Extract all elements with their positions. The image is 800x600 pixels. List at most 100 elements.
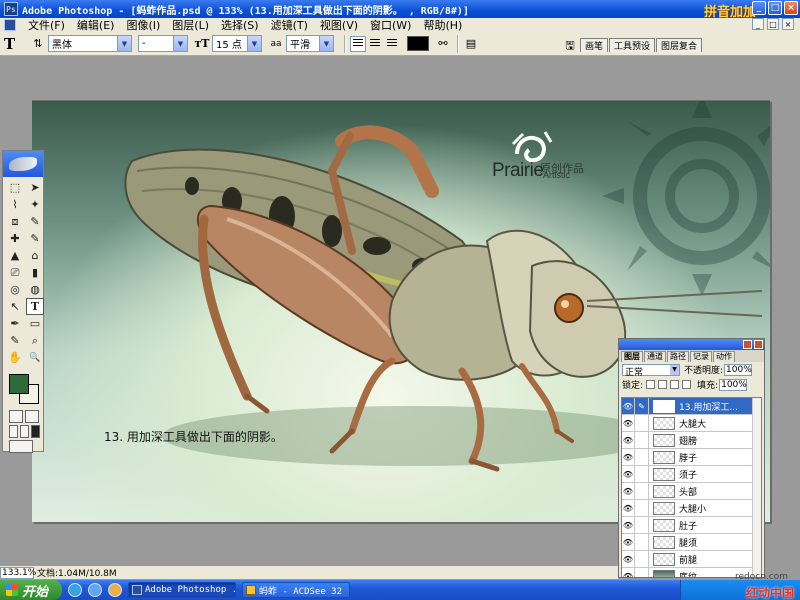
notes-tool-icon[interactable]: ✎ [6,332,24,349]
panel-minimize-button[interactable] [743,340,752,349]
photoshop-app-icon[interactable]: Ps [4,2,18,16]
lock-all-icon[interactable] [682,380,692,389]
opacity-input[interactable]: 100% [724,363,753,376]
eye-icon[interactable]: 👁 [622,466,635,482]
tab-layers[interactable]: 图层 [621,351,643,362]
eye-icon[interactable]: 👁 [622,398,635,414]
eye-icon[interactable]: 👁 [622,517,635,533]
brush-tool-icon[interactable]: ✎ [26,230,44,247]
doc-restore-button[interactable]: □ [767,18,779,30]
menu-select[interactable]: 选择(S) [215,17,265,33]
layer-row[interactable]: 👁 腿须 [622,534,761,551]
orientation-toggle-icon[interactable]: ⇅ [30,36,46,52]
brush-link-icon[interactable] [635,568,649,577]
maximize-button[interactable]: □ [768,1,782,15]
taskbar-item-acdsee[interactable]: 蚂蚱 - ACDSee 32 ... [242,582,350,598]
screen-mode-full-button[interactable] [31,425,40,438]
align-right-button[interactable] [384,36,400,52]
toolbox-header[interactable] [3,151,43,177]
start-button[interactable]: 开始 [0,580,62,600]
eye-icon[interactable]: 👁 [622,551,635,567]
move-tool-icon[interactable]: ➤ [26,179,44,196]
brush-link-icon[interactable] [635,500,649,516]
quicklaunch-desktop-icon[interactable] [88,583,102,597]
palette-tab-layer-comps[interactable]: 图层复合 [656,38,703,52]
brush-link-icon[interactable] [635,415,649,431]
font-family-select[interactable]: 黑体 ▼ [48,35,132,52]
document-icon[interactable] [4,19,16,31]
align-center-button[interactable] [367,36,383,52]
clone-stamp-tool-icon[interactable]: ▲ [6,247,24,264]
tab-actions[interactable]: 动作 [713,351,735,362]
menu-filter[interactable]: 滤镜(T) [265,17,314,33]
align-left-button[interactable] [350,35,366,52]
minimize-button[interactable]: _ [752,1,766,15]
eye-icon[interactable]: 👁 [622,500,635,516]
layer-row[interactable]: 👁 翅膀 [622,432,761,449]
screen-mode-menu-button[interactable] [20,425,29,438]
quicklaunch-media-icon[interactable] [108,583,122,597]
palettes-toggle-icon[interactable]: ▤ [463,36,479,52]
layer-row[interactable]: 👁 ✎ T 13.用加深工... [622,398,761,415]
marquee-tool-icon[interactable]: ⬚ [6,179,24,196]
brush-link-icon[interactable]: ✎ [635,398,649,414]
zoom-tool-icon[interactable]: 🔍 [26,349,44,366]
doc-close-button[interactable]: × [782,18,794,30]
zoom-input[interactable]: 133.1% [0,566,36,579]
screen-mode-standard-button[interactable] [9,425,18,438]
taskbar-item-photoshop[interactable]: Adobe Photoshop ... [128,582,236,598]
warp-text-icon[interactable]: ⚯ [435,36,451,52]
layer-row[interactable]: 👁 脖子 [622,449,761,466]
menu-image[interactable]: 图像(I) [120,17,166,33]
type-tool-icon[interactable]: T [4,35,30,53]
eye-icon[interactable]: 👁 [622,568,635,577]
lock-image-icon[interactable] [658,380,668,389]
history-brush-tool-icon[interactable]: ⌂ [26,247,44,264]
font-size-select[interactable]: 15 点 ▼ [212,35,262,52]
layer-row[interactable]: 👁 大腿大 [622,415,761,432]
menu-window[interactable]: 窗口(W) [364,17,417,33]
lock-position-icon[interactable] [670,380,680,389]
lasso-tool-icon[interactable]: ⌇ [6,196,24,213]
menu-layer[interactable]: 图层(L) [166,17,215,33]
brush-link-icon[interactable] [635,483,649,499]
menu-view[interactable]: 视图(V) [314,17,364,33]
pen-tool-icon[interactable]: ✒ [6,315,24,332]
jump-to-imageready-button[interactable] [9,440,33,453]
foreground-color-swatch[interactable] [9,374,29,394]
doc-minimize-button[interactable]: _ [752,18,764,30]
close-button[interactable]: × [784,1,798,15]
doc-size-info[interactable]: 文档:1.04M/10.8M [37,566,117,579]
brush-link-icon[interactable] [635,449,649,465]
eye-icon[interactable]: 👁 [622,415,635,431]
tab-channels[interactable]: 通道 [644,351,666,362]
menu-help[interactable]: 帮助(H) [417,17,468,33]
palette-tab-tool-presets[interactable]: 工具预设 [609,38,656,52]
crop-tool-icon[interactable]: ⧈ [6,213,24,230]
menu-file[interactable]: 文件(F) [22,17,71,33]
font-style-select[interactable]: - ▼ [138,35,188,52]
dodge-tool-icon[interactable]: ◍ [26,281,44,298]
layers-panel-titlebar[interactable] [619,339,764,350]
magic-wand-tool-icon[interactable]: ✦ [26,196,44,213]
brush-link-icon[interactable] [635,517,649,533]
brush-link-icon[interactable] [635,432,649,448]
layer-row[interactable]: 👁 肚子 [622,517,761,534]
layer-row[interactable]: 👁 大腿小 [622,500,761,517]
file-browser-icon[interactable]: 🖫 [562,38,578,54]
standard-mode-button[interactable] [9,410,23,423]
layer-list-scrollbar[interactable] [752,398,761,577]
eye-icon[interactable]: 👁 [622,483,635,499]
shape-tool-icon[interactable]: ▭ [26,315,44,332]
path-selection-tool-icon[interactable]: ↖ [6,298,24,315]
layer-row[interactable]: 👁 头部 [622,483,761,500]
brush-link-icon[interactable] [635,551,649,567]
fill-input[interactable]: 100% [719,378,748,391]
eye-icon[interactable]: 👁 [622,534,635,550]
healing-brush-tool-icon[interactable]: ✚ [6,230,24,247]
menu-edit[interactable]: 编辑(E) [71,17,121,33]
type-tool-icon[interactable]: T [26,298,44,315]
eye-icon[interactable]: 👁 [622,449,635,465]
blend-mode-select[interactable]: 正常 ▼ [622,363,680,378]
tab-paths[interactable]: 路径 [667,351,689,362]
